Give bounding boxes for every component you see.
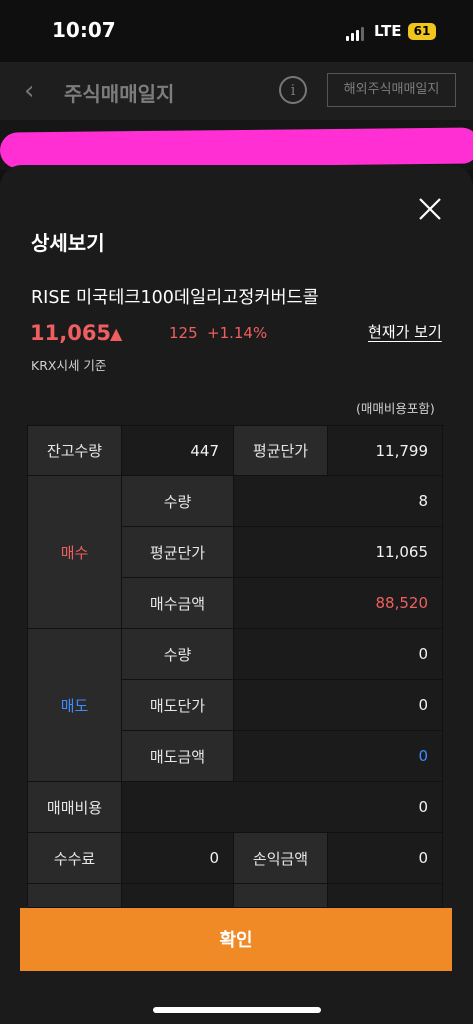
pnl-label: 손익금액: [234, 833, 328, 884]
next-row-label: [28, 884, 122, 908]
sell-price-label: 매도단가: [122, 680, 234, 731]
page-title: 주식매매일지: [64, 82, 175, 106]
sell-qty-label: 수량: [122, 629, 234, 680]
next-row-label-2: [234, 884, 328, 908]
close-icon[interactable]: [416, 195, 444, 223]
page-header: ‹ 주식매매일지 i 해외주식매매일지: [0, 62, 473, 120]
redaction-bar: [0, 127, 473, 169]
balance-qty-label: 잔고수량: [28, 426, 122, 476]
buy-amount-value: 88,520: [234, 578, 443, 629]
sell-qty-value: 0: [234, 629, 443, 680]
buy-qty-value: 8: [234, 476, 443, 527]
balance-qty-value: 447: [122, 426, 234, 476]
sell-amount-label: 매도금액: [122, 731, 234, 782]
confirm-button[interactable]: 확인: [20, 908, 452, 971]
overseas-journal-button[interactable]: 해외주식매매일지: [327, 73, 456, 107]
avg-price-value: 11,799: [328, 426, 443, 476]
current-price-link[interactable]: 현재가 보기: [368, 321, 442, 342]
home-indicator[interactable]: [153, 1007, 321, 1013]
status-time: 10:07: [52, 18, 116, 42]
buy-avg-label: 평균단가: [122, 527, 234, 578]
buy-qty-label: 수량: [122, 476, 234, 527]
price-change-pct: +1.14%: [207, 324, 268, 342]
signal-icon: [346, 27, 364, 41]
next-row-value-2: [328, 884, 443, 908]
current-price: 11,065: [30, 321, 112, 345]
sell-group-label: 매도: [28, 629, 122, 782]
stock-name: RISE 미국테크100데일리고정커버드콜: [31, 288, 319, 308]
network-label: LTE: [374, 22, 402, 40]
buy-amount-label: 매수금액: [122, 578, 234, 629]
status-bar: 10:07 LTE 61: [0, 0, 473, 62]
info-icon[interactable]: i: [279, 76, 307, 104]
sell-price-value: 0: [234, 680, 443, 731]
fee-included-note: (매매비용포함): [356, 401, 435, 416]
trade-cost-value: 0: [122, 782, 443, 833]
buy-group-label: 매수: [28, 476, 122, 629]
back-arrow-icon[interactable]: ‹: [24, 76, 34, 106]
next-row-value: [122, 884, 234, 908]
commission-value: 0: [122, 833, 234, 884]
commission-label: 수수료: [28, 833, 122, 884]
battery-icon: 61: [408, 23, 436, 40]
avg-price-label: 평균단가: [234, 426, 328, 476]
price-change: 125: [169, 324, 198, 342]
sell-amount-value: 0: [234, 731, 443, 782]
sheet-footer: [0, 971, 473, 1024]
buy-avg-value: 11,065: [234, 527, 443, 578]
trade-cost-label: 매매비용: [28, 782, 122, 833]
price-basis: KRX시세 기준: [31, 358, 107, 373]
pnl-value: 0: [328, 833, 443, 884]
sheet-title: 상세보기: [31, 231, 105, 255]
up-triangle-icon: ▲: [110, 324, 123, 343]
